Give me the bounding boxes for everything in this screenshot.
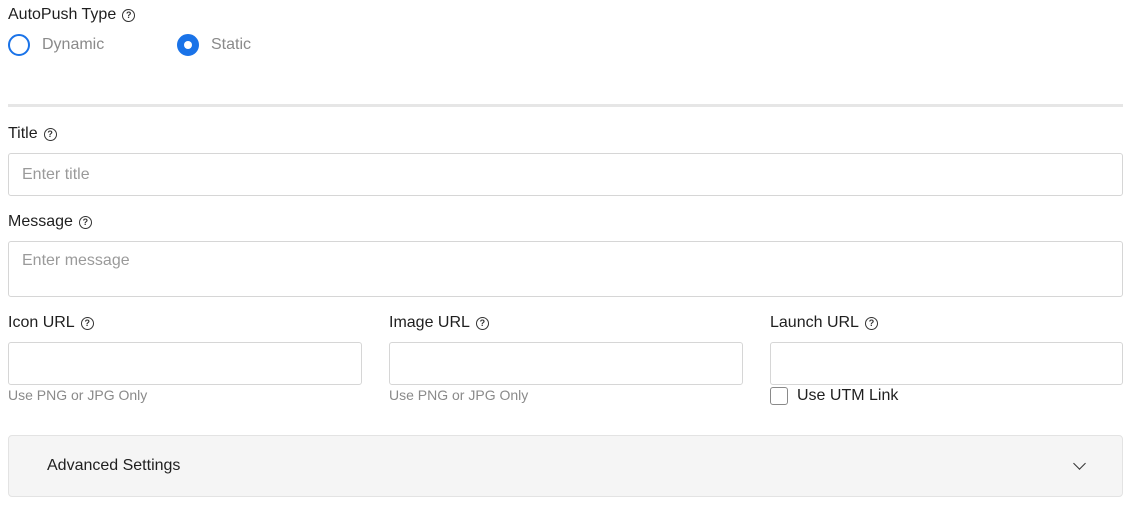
radio-dynamic-circle[interactable] <box>8 34 30 56</box>
radio-static-label[interactable]: Static <box>211 36 251 54</box>
radio-static[interactable]: Static <box>177 34 251 56</box>
message-label: Message ? <box>8 212 92 232</box>
radio-dynamic[interactable]: Dynamic <box>8 34 104 56</box>
use-utm-link-checkbox[interactable] <box>770 387 788 405</box>
question-circle-icon[interactable]: ? <box>80 316 94 330</box>
message-label-text: Message <box>8 213 73 230</box>
question-circle-icon[interactable]: ? <box>475 316 489 330</box>
title-label-text: Title <box>8 125 38 142</box>
question-circle-icon[interactable]: ? <box>43 127 57 141</box>
radio-static-circle[interactable] <box>177 34 199 56</box>
image-url-label-text: Image URL <box>389 314 470 331</box>
image-url-hint: Use PNG or JPG Only <box>389 387 529 403</box>
use-utm-link-checkbox-row[interactable]: Use UTM Link <box>770 387 898 405</box>
chevron-down-icon[interactable] <box>1073 457 1086 470</box>
icon-url-label: Icon URL ? <box>8 313 94 333</box>
question-circle-icon[interactable]: ? <box>78 215 92 229</box>
icon-url-hint: Use PNG or JPG Only <box>8 387 148 403</box>
advanced-settings-title: Advanced Settings <box>47 457 181 474</box>
section-divider <box>8 104 1123 107</box>
image-url-label: Image URL ? <box>389 313 489 333</box>
title-input[interactable] <box>8 153 1123 196</box>
radio-selected-dot <box>184 41 192 49</box>
question-circle-icon[interactable]: ? <box>122 8 136 22</box>
question-circle-icon[interactable]: ? <box>864 316 878 330</box>
image-url-input[interactable] <box>389 342 743 385</box>
icon-url-input[interactable] <box>8 342 362 385</box>
advanced-settings-accordion[interactable]: Advanced Settings <box>8 435 1123 497</box>
radio-dynamic-label[interactable]: Dynamic <box>42 36 104 54</box>
icon-url-label-text: Icon URL <box>8 314 75 331</box>
title-label: Title ? <box>8 124 57 144</box>
message-textarea[interactable] <box>8 241 1123 297</box>
launch-url-input[interactable] <box>770 342 1123 385</box>
autopush-type-label: AutoPush Type ? <box>8 5 136 25</box>
autopush-type-label-text: AutoPush Type <box>8 6 117 23</box>
launch-url-label: Launch URL ? <box>770 313 878 333</box>
launch-url-label-text: Launch URL <box>770 314 859 331</box>
use-utm-link-label[interactable]: Use UTM Link <box>797 387 898 405</box>
